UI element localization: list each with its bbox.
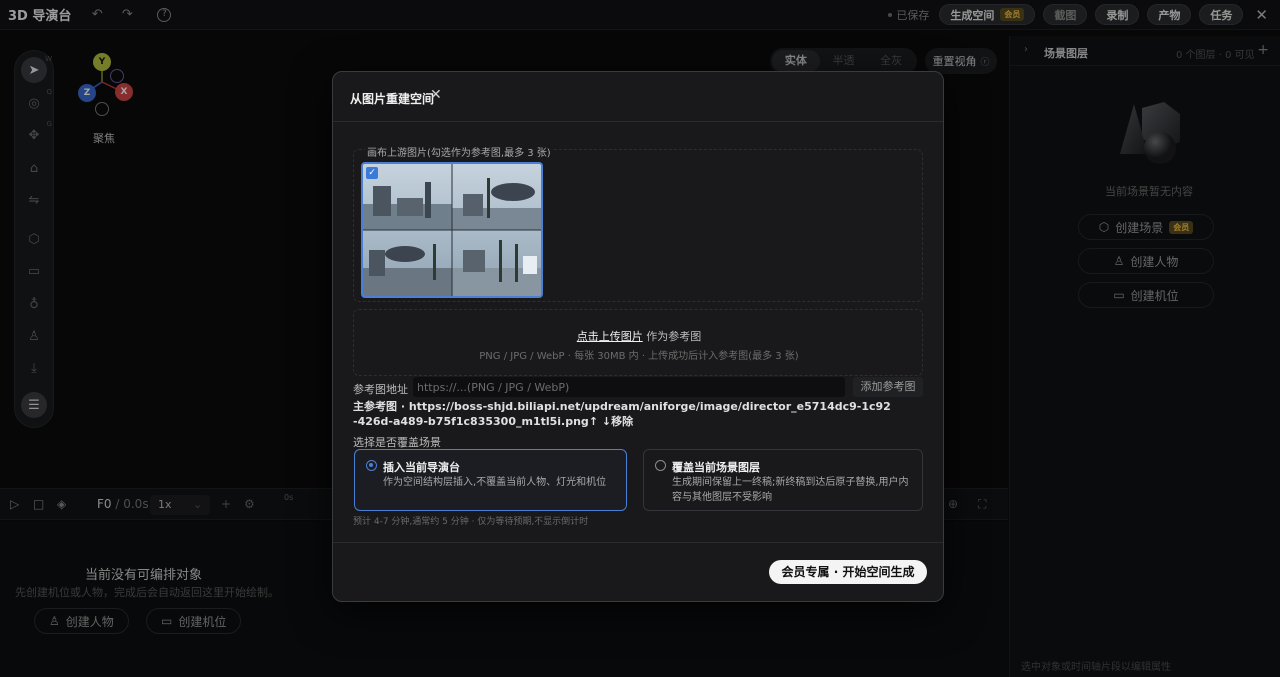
ref-order-actions[interactable]: ↑ ↓移除 [589,415,633,428]
insert-option[interactable]: 插入当前导演台 作为空间结构层插入,不覆盖当前人物、灯光和机位 [354,449,627,511]
ref-url-label: 参考图地址 [353,383,408,396]
upload-dropzone[interactable]: 点击上传图片 作为参考图 PNG / JPG / WebP · 每张 30MB … [353,309,923,376]
upload-line: 点击上传图片 作为参考图 [576,330,702,343]
thumbnail-checkbox[interactable]: ✓ [366,167,378,179]
canvas-images-label: 画布上游图片(勾选作为参考图,最多 3 张) [365,144,553,159]
ref-url-input[interactable] [413,377,845,397]
dialog-title: 从图片重建空间 [350,92,435,106]
radio-replace[interactable] [655,460,666,471]
replace-option-desc: 生成期间保留上一终稿;新终稿到达后原子替换,用户内容与其他图层不受影响 [672,477,909,503]
rebuild-space-dialog: 从图片重建空间 ✕ 画布上游图片(勾选作为参考图,最多 3 张) ✓ 点击上传图… [332,71,944,602]
add-ref-button[interactable]: 添加参考图 [853,377,923,397]
radio-insert[interactable] [366,460,377,471]
upload-hint: PNG / JPG / WebP · 每张 30MB 内 · 上传成功后计入参考… [479,351,799,362]
insert-option-desc: 作为空间结构层插入,不覆盖当前人物、灯光和机位 [383,477,607,488]
dialog-footer-divider [333,542,943,543]
replace-option-title: 覆盖当前场景图层 [672,461,760,474]
eta-note: 预计 4-7 分钟,通常约 5 分钟 · 仅为等待预期,不显示倒计时 [353,517,589,527]
close-icon[interactable]: ✕ [430,87,442,103]
replace-option[interactable]: 覆盖当前场景图层 生成期间保留上一终稿;新终稿到达后原子替换,用户内容与其他图层… [643,449,923,511]
insert-option-title: 插入当前导演台 [383,461,460,474]
main-ref-line: 主参考图 · https://boss-shjd.biliapi.net/upd… [353,400,891,428]
thumbnail-image [363,164,541,296]
cover-scene-label: 选择是否覆盖场景 [353,436,441,449]
dialog-header: 从图片重建空间 ✕ [333,72,943,122]
reference-thumbnail[interactable] [361,162,543,298]
start-generation-button[interactable]: 会员专属 · 开始空间生成 [769,560,927,584]
upload-link[interactable]: 点击上传图片 [577,330,643,343]
